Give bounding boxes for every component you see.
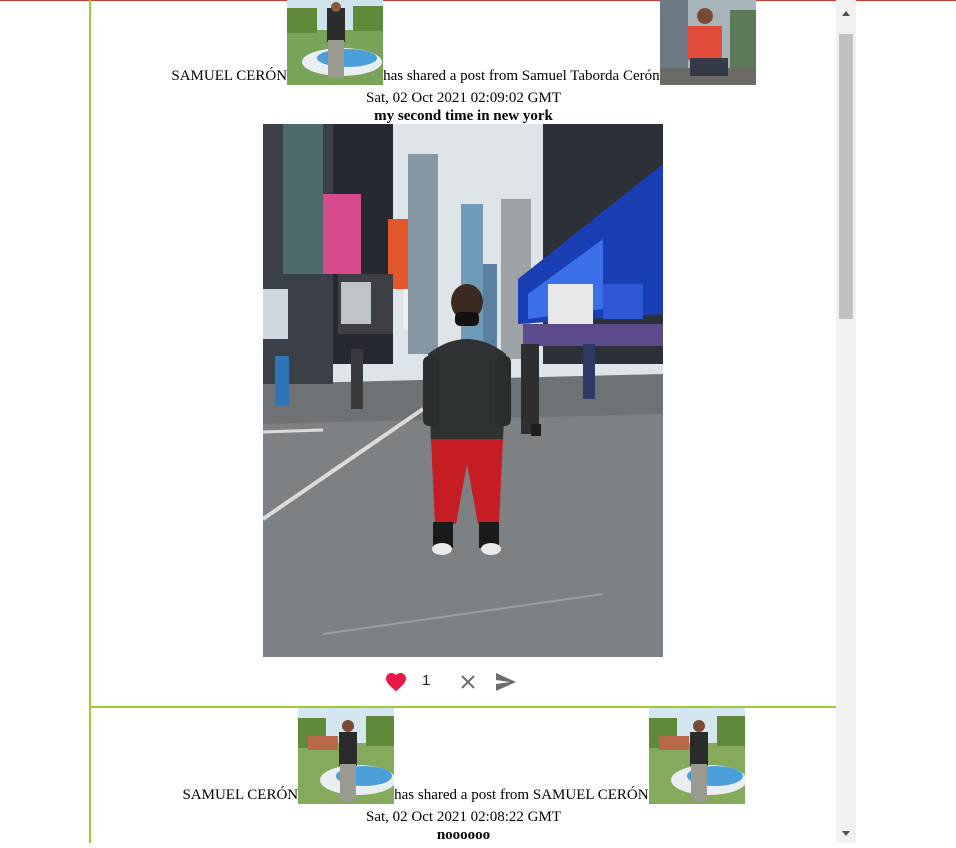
scrollbar[interactable] — [836, 0, 856, 843]
chevron-up-icon[interactable] — [836, 4, 856, 22]
post-header: SAMUEL CERÓN has shared a post from Samu… — [91, 0, 836, 85]
shared-post-text: has shared a post from Samuel Taborda Ce… — [383, 68, 660, 84]
post-date: Sat, 02 Oct 2021 02:09:02 GMT — [366, 90, 561, 106]
original-author-avatar[interactable] — [659, 0, 756, 85]
post-actions: 1 — [384, 670, 544, 694]
author-avatar[interactable] — [298, 708, 395, 804]
shared-post-text: has shared a post from SAMUEL CERÓN — [394, 787, 649, 803]
post-date: Sat, 02 Oct 2021 02:08:22 GMT — [366, 809, 561, 825]
chevron-down-icon[interactable] — [836, 825, 856, 843]
send-icon[interactable] — [494, 671, 518, 693]
close-icon[interactable] — [458, 672, 478, 692]
post-author[interactable]: SAMUEL CERÓN — [182, 787, 298, 803]
post-caption: noooooo — [436, 827, 491, 843]
author-avatar[interactable] — [287, 0, 384, 85]
post-caption: my second time in new york — [374, 108, 553, 124]
shared-post: SAMUEL CERÓN has shared a post from SAMU… — [91, 706, 836, 848]
original-author-avatar[interactable] — [648, 708, 745, 804]
post-photo[interactable] — [263, 124, 663, 657]
feed: SAMUEL CERÓN has shared a post from Samu… — [89, 0, 838, 843]
scrollbar-thumb[interactable] — [839, 34, 853, 319]
heart-icon[interactable] — [384, 670, 408, 694]
shared-post: SAMUEL CERÓN has shared a post from Samu… — [91, 0, 836, 706]
post-header: SAMUEL CERÓN has shared a post from SAMU… — [91, 708, 836, 804]
post-author[interactable]: SAMUEL CERÓN — [171, 68, 287, 84]
like-count: 1 — [422, 672, 431, 689]
